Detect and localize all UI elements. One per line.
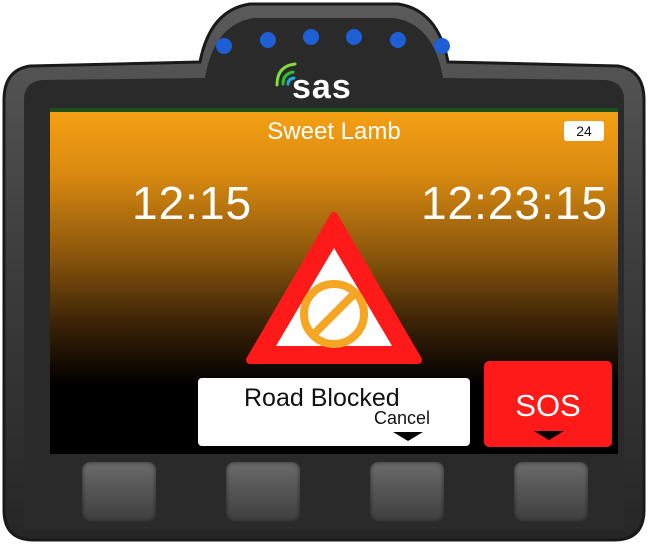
page-title: Sweet Lamb <box>267 118 401 145</box>
cancel-label: Cancel <box>374 408 431 428</box>
sos-label: SOS <box>515 388 581 423</box>
clock-time: 12:23:15 <box>420 177 608 229</box>
hardware-button-2[interactable] <box>226 462 300 522</box>
count-badge: 24 <box>564 121 604 141</box>
hardware-button-4[interactable] <box>514 462 588 522</box>
road-blocked-cancel-button[interactable]: Road Blocked Cancel <box>198 378 470 446</box>
elapsed-time: 12:15 <box>132 177 253 229</box>
hardware-button-3[interactable] <box>370 462 444 522</box>
down-arrow-icon <box>534 431 564 440</box>
road-blocked-warning-icon <box>246 212 422 364</box>
down-arrow-icon <box>393 432 423 441</box>
hardware-button-1[interactable] <box>82 462 156 522</box>
sos-button[interactable]: SOS <box>484 361 612 447</box>
display-screen: Sweet Lamb 24 12:15 12:23:15 Road Blocke… <box>50 112 618 454</box>
brand-logo: sas <box>292 68 352 106</box>
